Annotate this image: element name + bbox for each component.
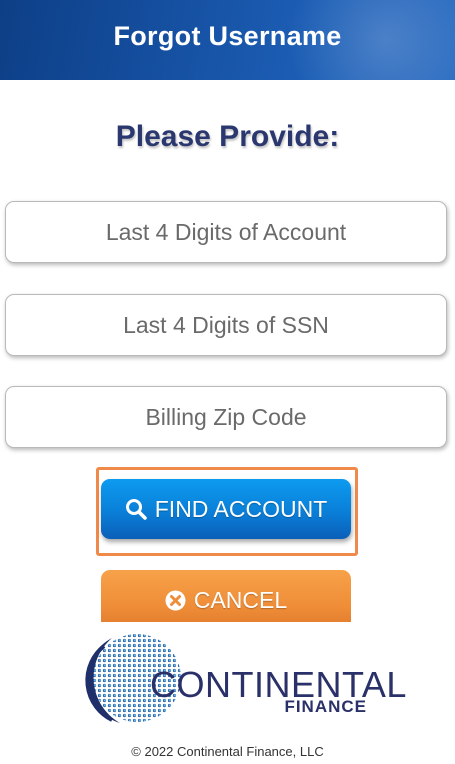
account-digits-input[interactable] xyxy=(5,201,447,263)
cancel-button[interactable]: CANCEL xyxy=(101,570,351,630)
footer-copyright: © 2022 Continental Finance, LLC xyxy=(131,744,324,759)
billing-zip-input[interactable] xyxy=(5,386,447,448)
form-subtitle: Please Provide: xyxy=(115,120,340,153)
find-account-button[interactable]: FIND ACCOUNT xyxy=(101,479,351,539)
company-logo: CONTINENTAL FINANCE xyxy=(0,622,455,742)
cancel-label: CANCEL xyxy=(193,586,288,613)
find-account-label: FIND ACCOUNT xyxy=(154,495,328,522)
x-circle-icon xyxy=(165,590,186,611)
ssn-digits-input[interactable] xyxy=(5,294,447,356)
page-title: Forgot Username xyxy=(113,21,342,51)
logo-subtext: FINANCE xyxy=(284,697,367,716)
search-icon xyxy=(125,498,147,520)
header-bar: Forgot Username xyxy=(0,0,455,80)
logo-wordmark: CONTINENTAL xyxy=(150,664,407,705)
